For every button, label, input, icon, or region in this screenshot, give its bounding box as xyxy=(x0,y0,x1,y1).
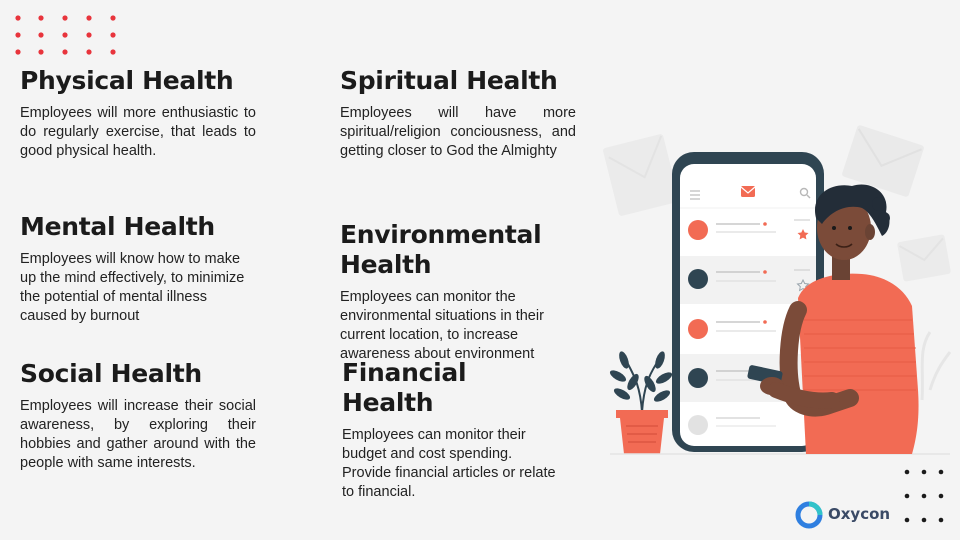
envelope-icon xyxy=(897,234,951,282)
decorative-dot-grid-black xyxy=(904,469,944,523)
plant-icon xyxy=(920,331,952,401)
decorative-dot-grid-red xyxy=(15,15,116,55)
section-title: Financial Health xyxy=(342,358,467,417)
slide: Physical Health Employees will more enth… xyxy=(0,0,960,540)
section-financial-health: Financial Health Employees can monitor t… xyxy=(342,358,562,502)
section-environmental-health: Environmental Health Employees can monit… xyxy=(340,220,630,364)
oxycon-logo-mark xyxy=(795,501,823,529)
section-title: Social Health xyxy=(20,359,202,388)
phone-illustration xyxy=(603,125,952,455)
section-physical-health: Physical Health Employees will more enth… xyxy=(20,66,256,161)
section-text: Employees will more enthusiastic to do r… xyxy=(20,105,256,159)
plant-icon xyxy=(609,351,673,454)
section-mental-health: Mental Health Employees will know how to… xyxy=(20,212,245,326)
mail-icon xyxy=(740,186,756,197)
section-text: Employees will know how to make up the m… xyxy=(20,251,245,324)
section-title: Environmental Health xyxy=(340,220,542,279)
section-text: Employees will have more spiritual/relig… xyxy=(340,105,576,159)
section-text: Employees can monitor their budget and c… xyxy=(342,427,556,500)
section-title: Physical Health xyxy=(20,66,234,95)
section-spiritual-health: Spiritual Health Employees will have mor… xyxy=(340,66,576,161)
envelope-icon xyxy=(603,134,679,216)
section-text: Employees can monitor the environmental … xyxy=(340,289,544,362)
section-text: Employees will increase their social awa… xyxy=(20,398,256,471)
section-social-health: Social Health Employees will increase th… xyxy=(20,359,256,473)
section-title: Mental Health xyxy=(20,212,215,241)
logo-text: Oxycon xyxy=(828,505,891,523)
section-title: Spiritual Health xyxy=(340,66,558,95)
oxycon-logo: Oxycon xyxy=(794,500,904,530)
